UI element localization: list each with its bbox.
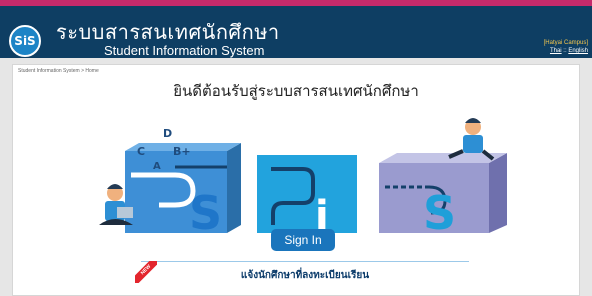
page-body: Student Information System > Home ยินดีต… xyxy=(0,58,592,296)
campus-language-box: [Hatyai Campus] Thai :: English xyxy=(544,39,588,55)
announcement-link[interactable]: แจ้งนักศึกษาที่ลงทะเบียนเรียน xyxy=(135,268,475,283)
grade-letter-c: C xyxy=(137,145,145,158)
person-sitting xyxy=(448,118,495,161)
hero-letter-s-2: S xyxy=(423,186,456,237)
lang-thai-link[interactable]: Thai xyxy=(550,48,562,54)
campus-label: [Hatyai Campus] xyxy=(543,40,588,46)
site-header: SiS ระบบสารสนเทศนักศึกษา Student Informa… xyxy=(0,6,592,58)
site-title-english: Student Information System xyxy=(104,43,265,58)
hero-letter-s-1: S xyxy=(189,186,222,237)
sis-logo[interactable]: SiS xyxy=(9,25,41,57)
hero-illustration: S i S D C B+ A xyxy=(99,118,507,237)
grade-letter-d: D xyxy=(163,127,172,140)
welcome-heading: ยินดีต้อนรับสู่ระบบสารสนเทศนักศึกษา xyxy=(173,82,419,100)
grade-letter-bplus: B+ xyxy=(173,145,191,158)
sign-in-button[interactable]: Sign In xyxy=(271,229,335,251)
announcement-box: NEW แจ้งนักศึกษาที่ลงทะเบียนเรียน xyxy=(135,261,475,291)
content-panel: Student Information System > Home ยินดีต… xyxy=(12,64,580,296)
hero-panel-blue-side xyxy=(227,143,241,233)
lang-english-link[interactable]: English xyxy=(568,48,588,54)
breadcrumb: Student Information System > Home xyxy=(18,68,99,74)
hero-panel-lavender-side xyxy=(489,153,507,233)
language-switcher: Thai :: English xyxy=(544,47,588,55)
grade-letter-a: A xyxy=(153,161,161,172)
